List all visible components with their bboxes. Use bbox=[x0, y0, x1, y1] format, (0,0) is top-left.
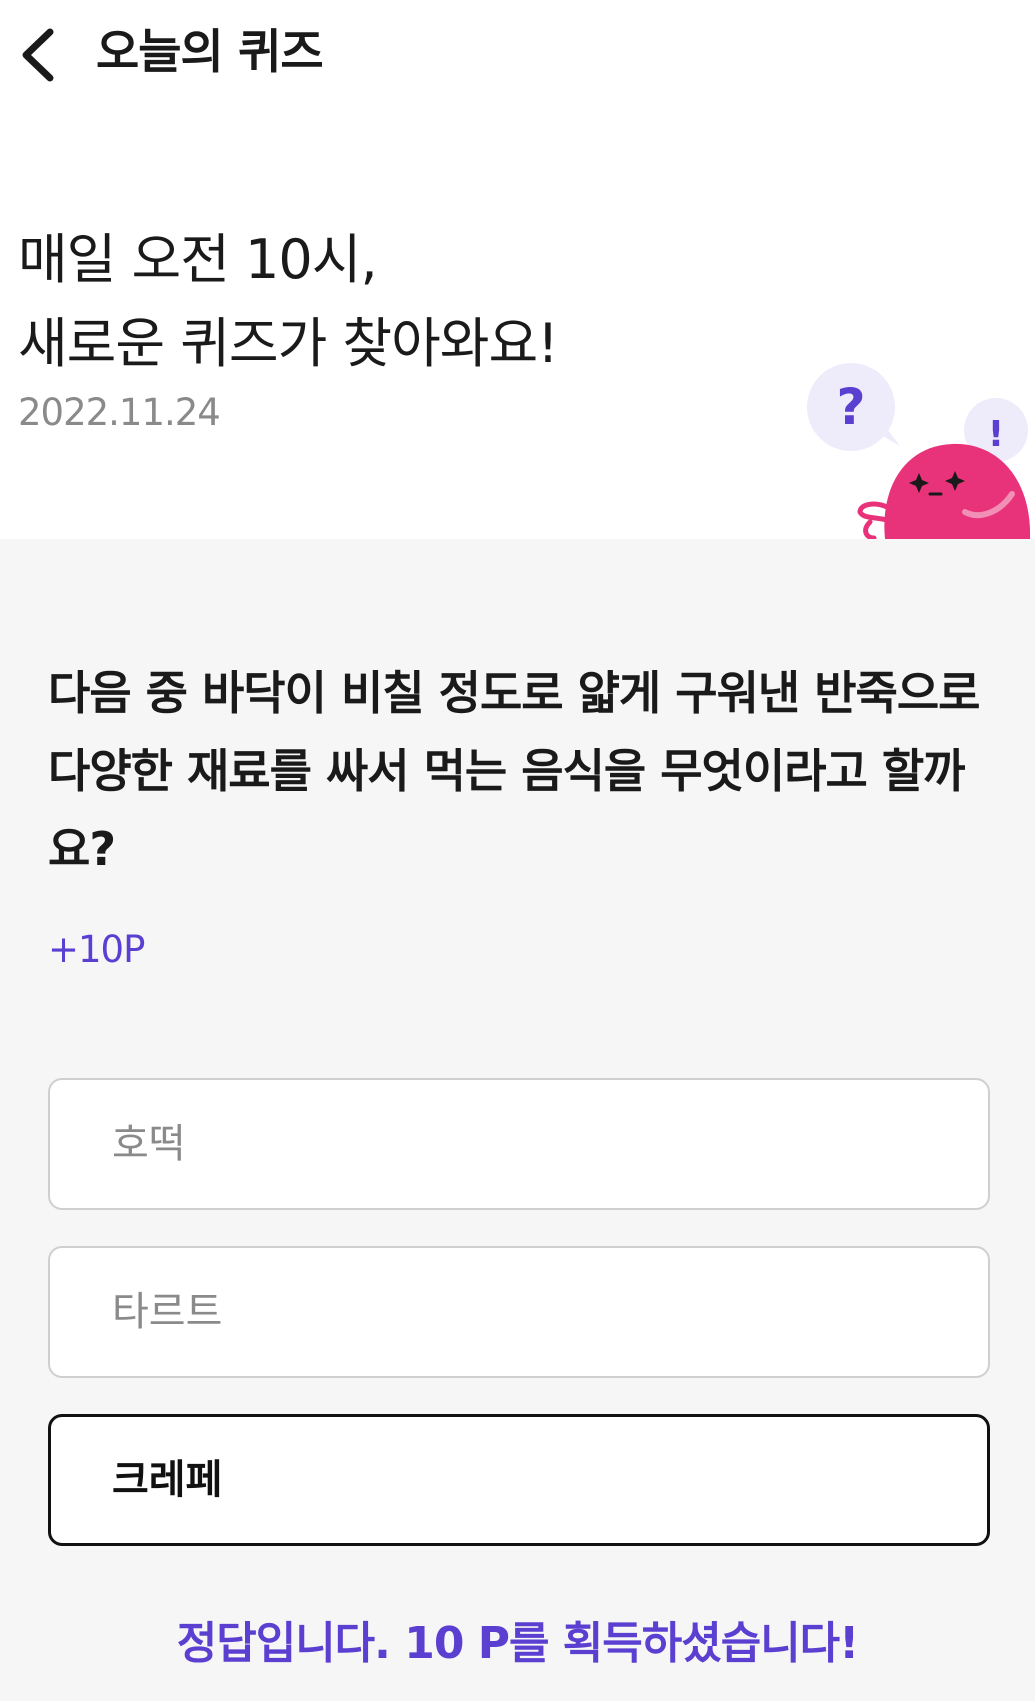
hero-text: 매일 오전 10시, 새로운 퀴즈가 찾아와요! bbox=[18, 218, 559, 386]
quiz-question: 다음 중 바닥이 비칠 정도로 얇게 구워낸 반죽으로 다양한 재료를 싸서 먹… bbox=[48, 666, 981, 876]
exclamation-mark: ! bbox=[988, 414, 1004, 455]
answer-option-3-selected[interactable]: 크레페 bbox=[48, 1414, 990, 1546]
mascot-illustration: ? ! bbox=[807, 363, 1031, 539]
points-reward: +10P bbox=[48, 928, 145, 971]
answer-option-2[interactable]: 타르트 bbox=[48, 1246, 990, 1378]
hero-line-1: 매일 오전 10시, bbox=[18, 228, 378, 291]
hero-line-2: 새로운 퀴즈가 찾아와요! bbox=[18, 312, 559, 375]
answer-option-label: 타르트 bbox=[112, 1289, 223, 1335]
quiz-hero-section: 오늘의 퀴즈 매일 오전 10시, 새로운 퀴즈가 찾아와요! 2022.11.… bbox=[0, 0, 1035, 539]
answer-option-1[interactable]: 호떡 bbox=[48, 1078, 990, 1210]
back-button[interactable] bbox=[12, 22, 72, 88]
answer-option-label: 크레페 bbox=[112, 1457, 223, 1503]
chevron-left-icon bbox=[22, 28, 54, 82]
question-mark: ? bbox=[836, 378, 865, 436]
answer-option-label: 호떡 bbox=[112, 1121, 186, 1167]
page-title: 오늘의 퀴즈 bbox=[96, 25, 324, 80]
question-bubble-icon: ? bbox=[807, 363, 900, 451]
result-message: 정답입니다. 10 P를 획득하셨습니다! bbox=[176, 1618, 859, 1669]
quiz-date: 2022.11.24 bbox=[18, 391, 221, 434]
